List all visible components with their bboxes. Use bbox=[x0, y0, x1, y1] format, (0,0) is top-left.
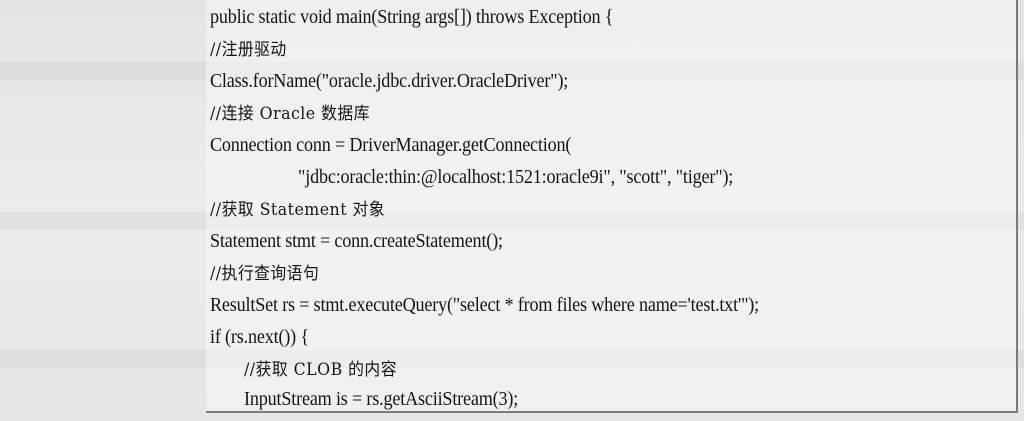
code-line: InputStream is = rs.getAsciiStream(3); bbox=[244, 389, 519, 410]
code-comment: //获取 CLOB 的内容 bbox=[244, 360, 397, 380]
code-comment: //获取 Statement 对象 bbox=[210, 200, 386, 220]
code-line: if (rs.next()) { bbox=[210, 327, 309, 348]
code-line: ResultSet rs = stmt.executeQuery("select… bbox=[210, 295, 760, 316]
code-line: Connection conn = DriverManager.getConne… bbox=[210, 135, 572, 156]
code-line: Class.forName("oracle.jdbc.driver.Oracle… bbox=[210, 71, 569, 92]
code-comment: //连接 Oracle 数据库 bbox=[210, 104, 370, 124]
code-comment: //注册驱动 bbox=[210, 40, 287, 60]
code-comment: //执行查询语句 bbox=[210, 264, 320, 284]
code-listing: public static void main(String args[]) t… bbox=[206, 0, 1018, 413]
code-line: "jdbc:oracle:thin:@localhost:1521:oracle… bbox=[298, 167, 734, 188]
document-page: public static void main(String args[]) t… bbox=[0, 0, 1024, 421]
code-line: Statement stmt = conn.createStatement(); bbox=[210, 231, 503, 252]
code-line: public static void main(String args[]) t… bbox=[210, 7, 614, 28]
